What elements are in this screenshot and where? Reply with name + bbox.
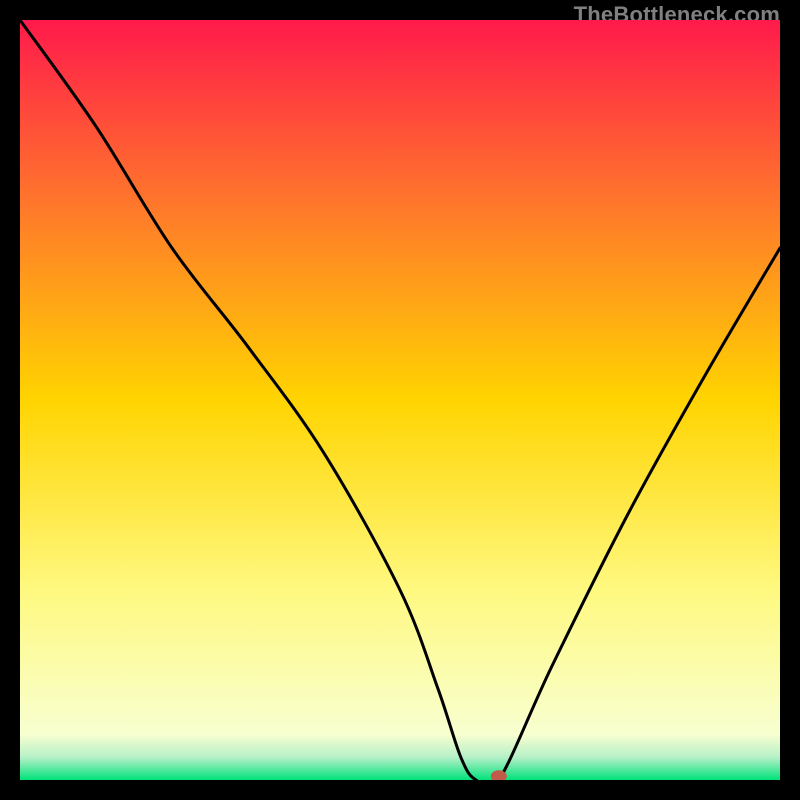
chart-svg	[20, 20, 780, 780]
chart-background-gradient	[20, 20, 780, 780]
chart-plot-area	[20, 20, 780, 780]
